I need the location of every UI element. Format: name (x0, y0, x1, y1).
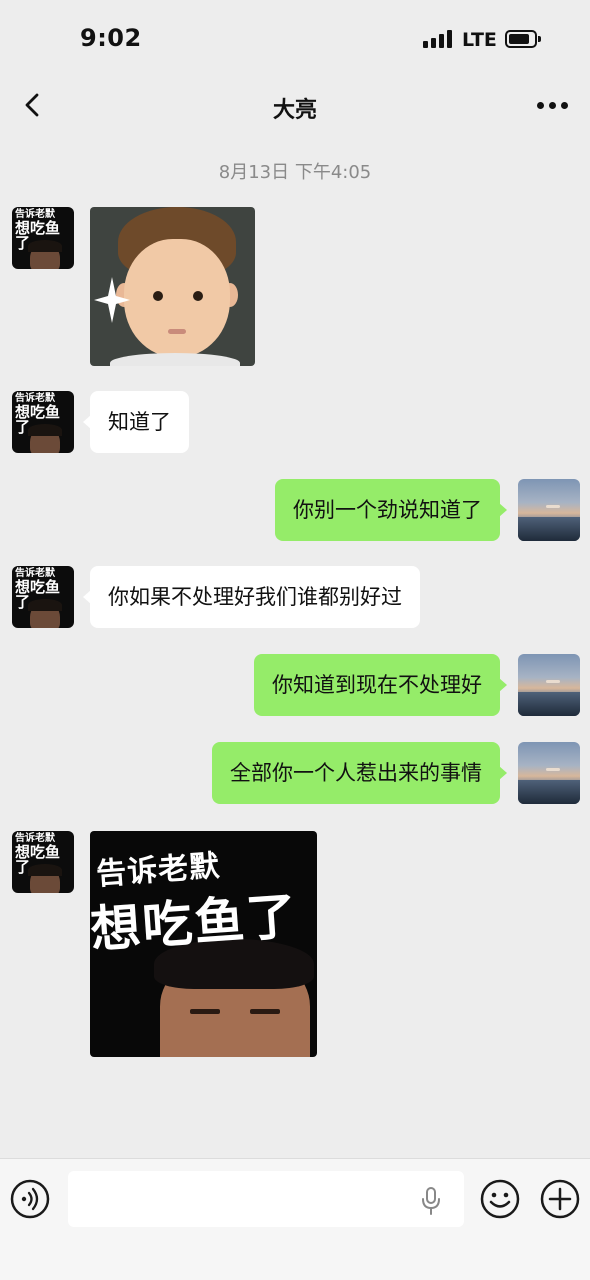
chat-title: 大亮 (272, 98, 317, 123)
baby-face-sticker[interactable] (90, 207, 255, 366)
my-avatar[interactable] (518, 479, 580, 541)
friend-avatar[interactable]: 告诉老默 想吃鱼了 (12, 831, 74, 893)
emoji-icon[interactable] (480, 1179, 520, 1219)
message-bubble-in[interactable]: 你如果不处理好我们谁都别好过 (83, 566, 420, 628)
status-time: 9:02 (80, 24, 142, 52)
message-bubble-out[interactable]: 你别一个劲说知道了 (275, 479, 507, 541)
status-bar: 9:02 LTE (0, 0, 590, 80)
plus-icon[interactable] (540, 1179, 580, 1219)
message-bubble-out[interactable]: 你知道到现在不处理好 (254, 654, 507, 716)
friend-avatar[interactable]: 告诉老默 想吃鱼了 (12, 566, 74, 628)
poster-text-line2: 想吃鱼了 (90, 886, 301, 960)
battery-icon (505, 30, 541, 48)
input-bar (0, 1158, 590, 1280)
signal-icon (423, 30, 453, 48)
my-avatar[interactable] (518, 654, 580, 716)
network-type: LTE (462, 29, 497, 51)
message-bubble-in[interactable]: 知道了 (83, 391, 189, 453)
message-input[interactable] (68, 1171, 464, 1227)
friend-avatar[interactable]: 告诉老默 想吃鱼了 (12, 391, 74, 453)
sparkle-icon (94, 277, 130, 323)
chat-header: 大亮 (0, 80, 590, 130)
friend-avatar[interactable]: 告诉老默 想吃鱼了 (12, 207, 74, 269)
poster-sticker[interactable]: 告诉老默 想吃鱼了 (90, 831, 317, 1057)
message-timestamp: 8月13日 下午4:05 (218, 162, 372, 183)
message-bubble-out[interactable]: 全部你一个人惹出来的事情 (212, 742, 507, 804)
my-avatar[interactable] (518, 742, 580, 804)
more-horizontal-icon[interactable] (537, 102, 569, 110)
voice-icon[interactable] (10, 1179, 50, 1219)
microphone-icon[interactable] (420, 1187, 442, 1215)
